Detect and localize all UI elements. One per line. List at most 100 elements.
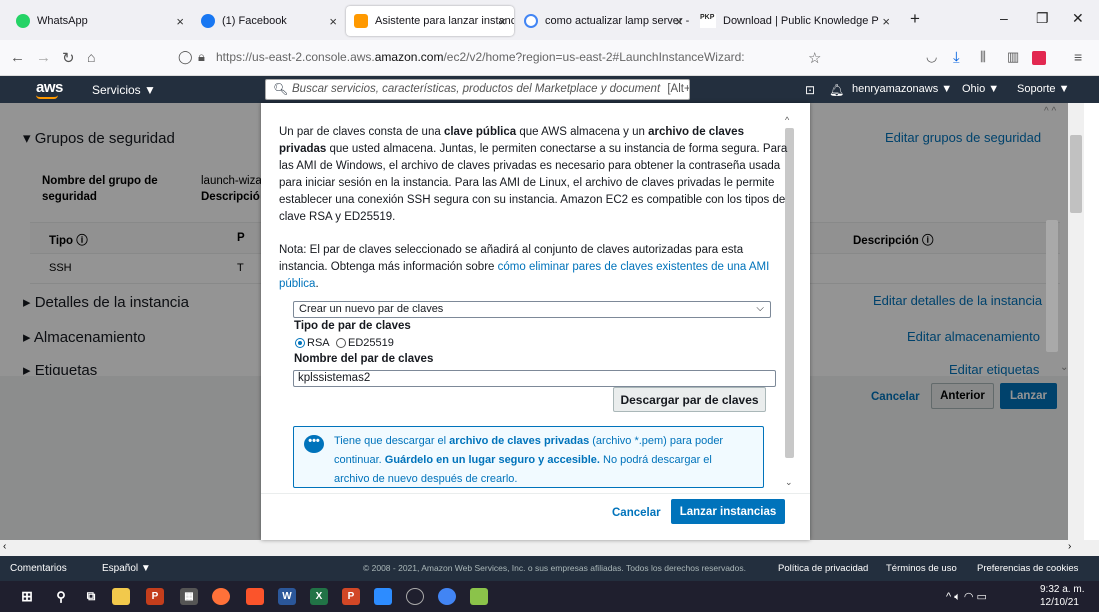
scroll-right-icon[interactable]: ›: [1068, 541, 1071, 552]
search-input[interactable]: 🔍︎ Buscar servicios, características, pr…: [265, 79, 690, 100]
intro-line-2: privadas que usted almacena. Juntas, le …: [279, 143, 788, 155]
radio-unchecked-icon: [336, 338, 346, 348]
intro-line-6: clave RSA y ED25519.: [279, 211, 396, 223]
aws-logo[interactable]: aws: [36, 79, 63, 96]
scroll-up-icon[interactable]: ^ ^: [1044, 106, 1056, 117]
aws-footer: Comentarios Español ▼ © 2008 - 2021, Ama…: [0, 556, 1099, 581]
feedback-link[interactable]: Comentarios: [10, 563, 67, 574]
tab-title: (1) Facebook: [222, 15, 287, 27]
google-icon: [524, 14, 538, 28]
chevron-down-icon: ⌵: [756, 303, 764, 314]
language-menu[interactable]: Español ▼: [102, 563, 151, 574]
address-bar[interactable]: https://us-east-2.console.aws.amazon.com…: [216, 50, 745, 64]
tab-aws-launch-wizard[interactable]: Asistente para lanzar instancia | ×: [346, 6, 514, 36]
brave-icon[interactable]: [246, 588, 264, 605]
radio-ed25519[interactable]: ED25519: [336, 337, 394, 349]
downloads-icon[interactable]: ⤓: [953, 49, 960, 66]
word-icon[interactable]: W: [278, 588, 296, 605]
scroll-down-icon[interactable]: ⌄: [1060, 362, 1068, 373]
browser-tab-bar: WhatsApp × (1) Facebook × Asistente para…: [0, 0, 1099, 40]
download-key-pair-button[interactable]: Descargar par de claves: [613, 387, 766, 412]
intro-line-4: para iniciar sesión en la instancia. Par…: [279, 177, 775, 189]
back-icon[interactable]: ←: [10, 49, 25, 66]
close-tab-icon[interactable]: ×: [675, 14, 683, 29]
close-tab-icon[interactable]: ×: [176, 14, 184, 29]
menu-icon[interactable]: ≡: [1074, 49, 1082, 65]
tab-facebook[interactable]: (1) Facebook ×: [193, 6, 345, 36]
zoom-icon[interactable]: [374, 588, 392, 605]
clock-time[interactable]: 9:32 a. m.: [1040, 584, 1084, 595]
powerpoint-icon[interactable]: P: [146, 588, 164, 605]
close-window-icon[interactable]: ✕: [1072, 10, 1084, 27]
terms-link[interactable]: Términos de uso: [886, 563, 957, 574]
region-menu[interactable]: Ohio ▼: [962, 83, 999, 95]
launch-instances-button[interactable]: Lanzar instancias: [671, 499, 785, 524]
account-menu[interactable]: henryamazonaws ▼: [852, 83, 952, 95]
pkp-icon: PKP: [700, 14, 716, 28]
radio-checked-icon: [295, 338, 305, 348]
task-view-icon[interactable]: ⧉: [82, 588, 100, 605]
chrome-icon[interactable]: [438, 588, 456, 605]
forward-icon[interactable]: →: [36, 49, 51, 66]
page-scrollbar-thumb[interactable]: [1070, 135, 1082, 213]
library-icon[interactable]: ⫼: [980, 49, 986, 65]
inner-scrollbar-thumb[interactable]: [1046, 220, 1058, 352]
firefox-icon[interactable]: [212, 588, 230, 605]
remove-keys-link-cont[interactable]: pública: [279, 278, 315, 290]
lock-icon[interactable]: 🔒︎: [198, 49, 205, 65]
aws-icon: [354, 14, 368, 28]
close-tab-icon[interactable]: ×: [882, 14, 890, 29]
aws-header: aws Servicios ▼ 🔍︎ Buscar servicios, car…: [0, 76, 1099, 103]
search-icon[interactable]: ⚲: [52, 588, 70, 605]
tab-pkp[interactable]: PKP Download | Public Knowledge P ×: [692, 6, 898, 36]
cookie-preferences-link[interactable]: Preferencias de cookies: [977, 563, 1078, 574]
app-icon-2[interactable]: [470, 588, 488, 605]
scroll-left-icon[interactable]: ‹: [3, 541, 6, 552]
key-name-input[interactable]: kplssistemas2: [293, 370, 776, 387]
file-explorer-icon[interactable]: [112, 588, 130, 605]
remove-keys-link[interactable]: cómo eliminar pares de claves existentes…: [498, 261, 770, 273]
sidebar-icon[interactable]: ▥: [1007, 49, 1019, 65]
support-menu[interactable]: Soporte ▼: [1017, 83, 1069, 95]
extension-icon[interactable]: [1032, 51, 1046, 65]
dialog-scroll-up-icon[interactable]: ^: [785, 115, 789, 125]
tab-google-search[interactable]: como actualizar lamp server - ×: [516, 6, 691, 36]
search-icon: 🔍︎: [273, 82, 289, 96]
privacy-link[interactable]: Política de privacidad: [778, 563, 868, 574]
reload-icon[interactable]: ↻: [62, 49, 75, 67]
home-icon[interactable]: ⌂: [87, 49, 95, 65]
key-pair-option-select[interactable]: Crear un nuevo par de claves ⌵: [293, 301, 771, 318]
dialog-cancel-button[interactable]: Cancelar: [612, 507, 661, 519]
cloudshell-icon[interactable]: ⊡: [805, 83, 815, 97]
app-icon[interactable]: [406, 588, 424, 605]
intro-line-1: Un par de claves consta de una clave púb…: [279, 126, 744, 138]
services-menu[interactable]: Servicios ▼: [92, 83, 156, 97]
search-shortcut: [Alt+S]: [667, 83, 690, 95]
close-tab-icon[interactable]: ×: [329, 14, 337, 29]
excel-icon[interactable]: X: [310, 588, 328, 605]
bookmark-star-icon[interactable]: ☆: [808, 49, 821, 67]
dialog-scrollbar-thumb[interactable]: [785, 128, 794, 458]
system-tray-icons[interactable]: ^ 🔈︎ ◠ ▭: [946, 590, 987, 604]
notifications-bell-icon[interactable]: 🔔︎: [829, 83, 844, 97]
pocket-icon[interactable]: ◡: [926, 49, 937, 65]
tab-title: como actualizar lamp server -: [545, 15, 690, 27]
clock-date[interactable]: 12/10/21: [1040, 597, 1079, 608]
shield-icon[interactable]: ◯: [178, 49, 193, 65]
powerpoint-icon-2[interactable]: P: [342, 588, 360, 605]
radio-rsa[interactable]: RSA: [295, 337, 330, 349]
tab-title: WhatsApp: [37, 15, 88, 27]
calculator-icon[interactable]: ▦: [180, 588, 198, 605]
horizontal-scrollbar[interactable]: ‹ ›: [0, 540, 1099, 556]
windows-taskbar: ⊞ ⚲ ⧉ P ▦ W X P ^ 🔈︎ ◠ ▭ 9:32 a. m. 12/1…: [0, 581, 1099, 612]
close-tab-icon[interactable]: ×: [498, 14, 506, 29]
windows-start-icon[interactable]: ⊞: [18, 588, 36, 605]
key-name-label: Nombre del par de claves: [294, 353, 434, 365]
minimize-window-icon[interactable]: –: [1000, 10, 1008, 26]
new-tab-button[interactable]: +: [910, 9, 920, 29]
note-line-2: instancia. Obtenga más información sobre…: [279, 261, 770, 273]
key-type-label: Tipo de par de claves: [294, 320, 411, 332]
tab-whatsapp[interactable]: WhatsApp ×: [8, 6, 192, 36]
dialog-scroll-down-icon[interactable]: ⌄: [785, 477, 793, 488]
restore-window-icon[interactable]: ❐: [1036, 10, 1049, 27]
